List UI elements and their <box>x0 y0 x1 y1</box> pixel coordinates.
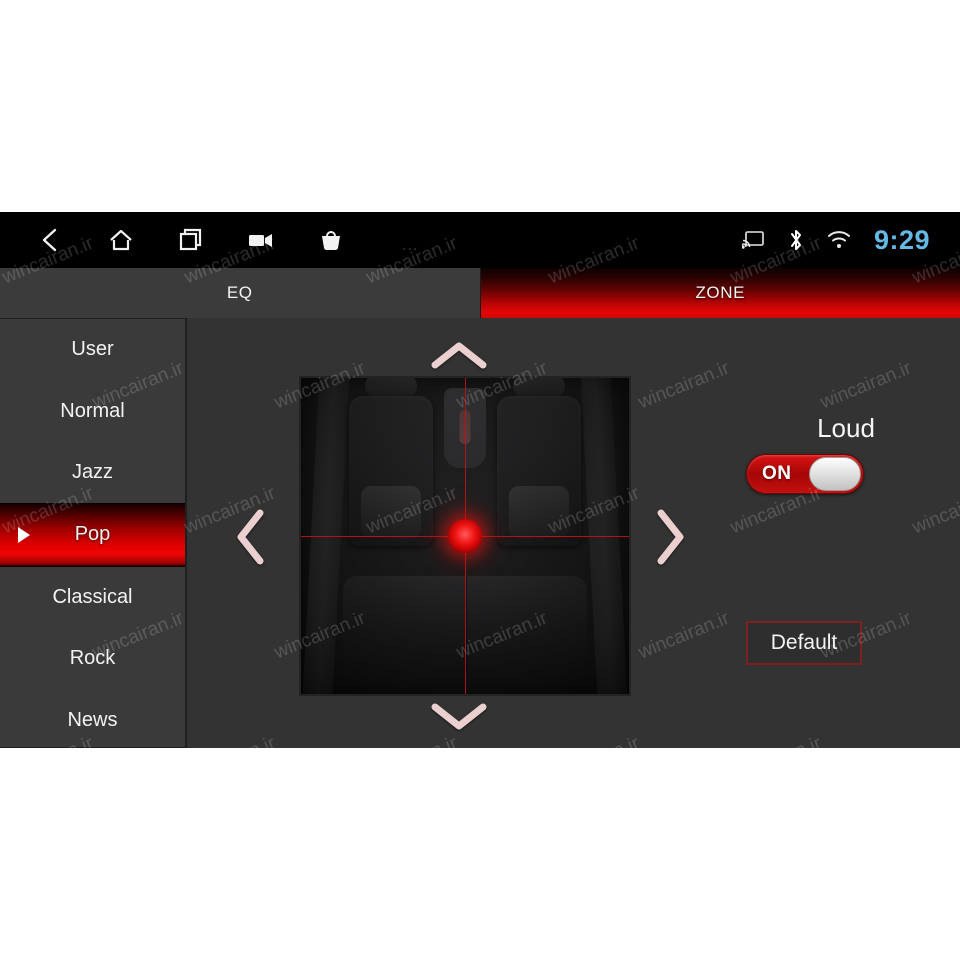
preset-item-jazz[interactable]: Jazz <box>0 442 185 503</box>
home-icon[interactable] <box>106 225 136 255</box>
preset-label: Rock <box>69 647 116 670</box>
preset-item-user[interactable]: User <box>0 319 185 380</box>
watermark-text: wincairan.ir <box>453 857 551 914</box>
back-icon[interactable] <box>36 225 66 255</box>
watermark-text: wincairan.ir <box>181 0 279 39</box>
default-button[interactable]: Default <box>746 621 862 665</box>
default-button-label: Default <box>770 631 838 654</box>
recents-icon[interactable] <box>176 225 206 255</box>
zone-position-pad <box>187 318 732 748</box>
overflow-dots-icon[interactable]: ... <box>402 237 418 255</box>
tab-zone[interactable]: ZONE <box>480 268 960 318</box>
seat-cushion <box>361 486 421 538</box>
watermark-text: wincairan.ir <box>545 0 643 39</box>
cast-icon <box>741 228 765 252</box>
loud-toggle-state: ON <box>762 463 792 484</box>
tab-eq[interactable]: EQ <box>0 268 481 318</box>
navigation-icon-group <box>36 225 346 255</box>
eq-preset-list: User Normal Jazz Pop Classical Rock News <box>0 318 187 748</box>
wifi-icon <box>827 228 851 252</box>
preset-item-classical[interactable]: Classical <box>0 567 185 628</box>
watermark-text: wincairan.ir <box>909 0 960 39</box>
preset-item-news[interactable]: News <box>0 689 185 748</box>
seat-cushion <box>509 486 569 538</box>
status-bar: ... 9:29 <box>0 212 960 268</box>
watermark-text: wincairan.ir <box>635 857 733 914</box>
watermark-text: wincairan.ir <box>271 107 369 164</box>
seat-front-left <box>349 396 433 546</box>
preset-label: Pop <box>74 523 111 546</box>
loud-toggle-knob <box>809 457 861 491</box>
loud-toggle[interactable]: ON <box>746 454 864 494</box>
watermark-text: wincairan.ir <box>453 107 551 164</box>
seat-front-right <box>497 396 581 546</box>
bag-icon[interactable] <box>316 225 346 255</box>
zone-controls-panel: Loud ON Default <box>732 318 960 748</box>
preset-item-normal[interactable]: Normal <box>0 380 185 441</box>
system-status-group: 9:29 <box>741 225 930 256</box>
watermark-text: wincairan.ir <box>271 857 369 914</box>
preset-label: News <box>67 708 118 731</box>
preset-label: Classical <box>52 585 133 608</box>
device-screen: ... 9:29 EQ ZONE User Normal Jazz Pop Cl… <box>0 212 960 748</box>
preset-item-rock[interactable]: Rock <box>0 628 185 689</box>
preset-label: User <box>71 338 114 361</box>
watermark-text: wincairan.ir <box>0 107 5 164</box>
preset-label: Jazz <box>71 460 114 483</box>
preset-item-pop[interactable]: Pop <box>0 503 185 567</box>
watermark-text: wincairan.ir <box>89 857 187 914</box>
watermark-text: wincairan.ir <box>727 0 825 39</box>
watermark-text: wincairan.ir <box>817 107 915 164</box>
tab-zone-label: ZONE <box>695 283 746 302</box>
preset-label: Normal <box>60 399 125 422</box>
watermark-text: wincairan.ir <box>0 0 97 39</box>
play-triangle-icon <box>18 526 30 543</box>
tab-eq-label: EQ <box>226 283 253 302</box>
status-clock: 9:29 <box>873 224 930 255</box>
bluetooth-icon <box>784 228 808 252</box>
watermark-text: wincairan.ir <box>0 857 5 914</box>
watermark-text: wincairan.ir <box>363 0 461 39</box>
headrest-front-left <box>365 378 417 398</box>
main-content: User Normal Jazz Pop Classical Rock News <box>0 318 960 748</box>
watermark-text: wincairan.ir <box>635 107 733 164</box>
car-interior-diagram[interactable] <box>299 376 631 696</box>
tab-bar: EQ ZONE <box>0 268 960 318</box>
watermark-text: wincairan.ir <box>89 107 187 164</box>
headrest-front-right <box>513 378 565 398</box>
sound-position-marker[interactable] <box>448 519 482 553</box>
loud-label: Loud <box>817 413 875 443</box>
watermark-text: wincairan.ir <box>817 857 915 914</box>
video-icon[interactable] <box>246 225 276 255</box>
